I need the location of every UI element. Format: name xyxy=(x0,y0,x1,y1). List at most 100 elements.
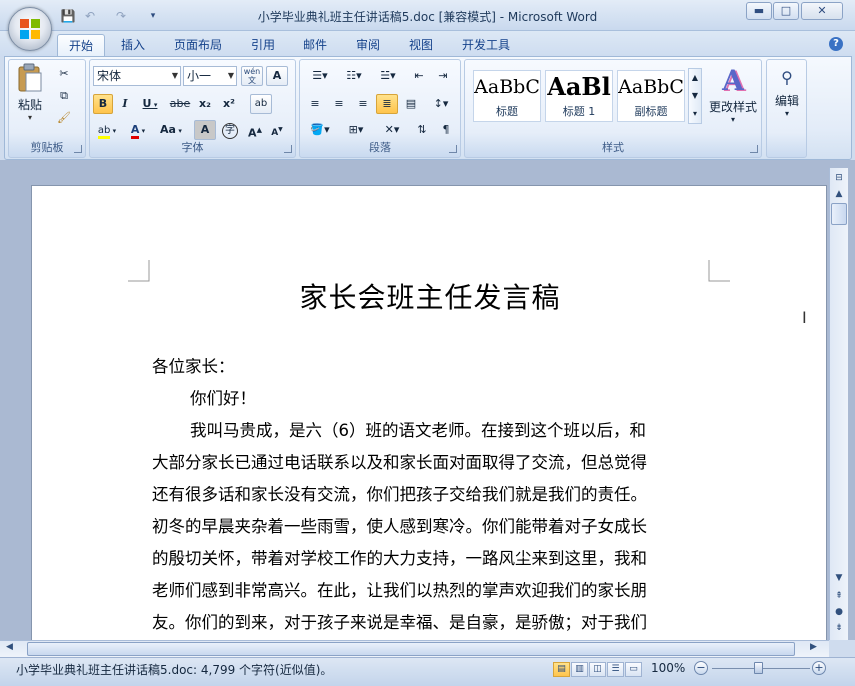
shrink-font-button[interactable]: A▼ xyxy=(267,120,287,140)
word-count-status[interactable]: 小学毕业典礼班主任讲话稿5.doc: 4,799 个字符(近似值)。 xyxy=(16,661,332,678)
tab-mailings[interactable]: 邮件 xyxy=(292,34,338,57)
scroll-right-icon[interactable]: ▶ xyxy=(810,642,817,652)
chinese-layout-icon[interactable]: ✕▾ xyxy=(376,120,408,140)
style-heading-1[interactable]: AaBl 标题 1 xyxy=(545,70,613,122)
underline-button[interactable]: U ▾ xyxy=(137,94,163,114)
char-shading-button[interactable]: A xyxy=(194,120,216,140)
format-painter-icon[interactable]: 🖌 xyxy=(53,108,75,128)
clear-formatting-icon[interactable]: ab xyxy=(250,94,272,114)
zoom-in-icon[interactable]: + xyxy=(812,661,826,675)
clipboard-launcher-icon[interactable]: . xyxy=(74,145,82,153)
scroll-left-icon[interactable]: ◀ xyxy=(6,642,13,652)
grow-font-button[interactable]: A▲ xyxy=(245,120,265,140)
align-right-icon[interactable]: ≡ xyxy=(352,94,374,114)
next-page-icon[interactable]: ⇟ xyxy=(831,620,847,636)
change-styles-label: 更改样式 xyxy=(708,100,757,114)
tab-view[interactable]: 视图 xyxy=(398,34,444,57)
strikethrough-button[interactable]: abe xyxy=(168,94,192,114)
zoom-slider-thumb[interactable] xyxy=(754,662,763,674)
outline-view-icon[interactable]: ☰ xyxy=(607,662,624,677)
customize-qat-icon[interactable]: ▾ xyxy=(145,8,161,24)
ruler-toggle-icon[interactable]: ⊟ xyxy=(831,170,847,186)
style-subtitle[interactable]: AaBbC 副标题 xyxy=(617,70,685,122)
phonetic-guide-button[interactable]: wén 文 xyxy=(241,66,263,86)
bullets-icon[interactable]: ☰▾ xyxy=(304,66,336,86)
tab-references[interactable]: 引用 xyxy=(240,34,286,57)
horizontal-scrollbar[interactable]: ◀ ▶ xyxy=(0,640,829,657)
distributed-icon[interactable]: ▤ xyxy=(400,94,422,114)
maximize-button[interactable]: □ xyxy=(773,2,799,20)
char-border-button[interactable]: A xyxy=(266,66,288,86)
tab-developer[interactable]: 开发工具 xyxy=(451,34,521,57)
show-marks-icon[interactable]: ¶ xyxy=(436,120,456,140)
scroll-down-icon[interactable]: ▼ xyxy=(831,570,847,586)
tab-page-layout[interactable]: 页面布局 xyxy=(163,34,233,57)
editing-label: 编辑 xyxy=(774,94,799,108)
web-layout-icon[interactable]: ◫ xyxy=(589,662,606,677)
document-page[interactable]: 家长会班主任发言稿 各位家长： 你们好！ 我叫马贵成，是六（6）班的语文老师。在… xyxy=(31,185,827,640)
full-screen-reading-icon[interactable]: ▥ xyxy=(571,662,588,677)
bold-button[interactable]: B xyxy=(93,94,113,114)
cut-icon[interactable]: ✂ xyxy=(53,64,75,84)
line-spacing-icon[interactable]: ↕▾ xyxy=(426,94,456,114)
paragraph-line: 大部分家长已通过电话联系以及和家长面对面取得了交流，但总觉得 xyxy=(152,453,647,472)
tab-review[interactable]: 审阅 xyxy=(345,34,391,57)
editing-button[interactable]: ⚲ 编辑 ▾ xyxy=(769,64,805,134)
paragraph-launcher-icon[interactable]: . xyxy=(449,145,457,153)
draft-view-icon[interactable]: ▭ xyxy=(625,662,642,677)
vertical-scrollbar[interactable]: ⊟ ▲ ▼ ⇞ ● ⇟ xyxy=(829,168,848,640)
copy-icon[interactable]: ⧉ xyxy=(53,86,75,106)
previous-page-icon[interactable]: ⇞ xyxy=(831,588,847,604)
paste-icon xyxy=(18,63,42,92)
style-title[interactable]: AaBbC 标题 xyxy=(473,70,541,122)
sort-icon[interactable]: ⇅ xyxy=(412,120,432,140)
scroll-up-icon[interactable]: ▲ xyxy=(831,186,847,202)
italic-button[interactable]: I xyxy=(115,94,135,114)
scroll-up-icon[interactable]: ▲ xyxy=(689,69,701,87)
numbering-icon[interactable]: ☷▾ xyxy=(338,66,370,86)
align-left-icon[interactable]: ≡ xyxy=(304,94,326,114)
office-button[interactable] xyxy=(8,7,52,51)
close-button[interactable]: ✕ xyxy=(801,2,843,20)
paragraph-line: 的殷切关怀，带着对学校工作的大力支持，一路风尘来到这里，我和 xyxy=(152,549,647,568)
superscript-button[interactable]: x² xyxy=(218,94,240,114)
print-layout-view-icon[interactable]: ▤ xyxy=(553,662,570,677)
change-case-button[interactable]: Aa ▾ xyxy=(156,120,186,140)
style-sample: AaBl xyxy=(547,72,611,101)
subscript-button[interactable]: x₂ xyxy=(194,94,216,114)
styles-launcher-icon[interactable]: . xyxy=(750,145,758,153)
highlight-button[interactable]: ab ▾ xyxy=(93,120,121,140)
paste-button[interactable]: 粘贴 ▾ xyxy=(14,63,46,129)
zoom-out-icon[interactable]: − xyxy=(694,661,708,675)
multilevel-list-icon[interactable]: ☱▾ xyxy=(372,66,404,86)
font-size-combo[interactable]: 小一 ▼ xyxy=(183,66,237,86)
styles-group: AaBbC 标题 AaBl 标题 1 AaBbC 副标题 ▲ ▼ ▾ A 更改样… xyxy=(464,59,762,158)
tab-insert[interactable]: 插入 xyxy=(110,34,156,57)
help-icon[interactable]: ? xyxy=(829,37,843,51)
change-styles-button[interactable]: A 更改样式 ▾ xyxy=(707,64,759,134)
select-browse-object-icon[interactable]: ● xyxy=(831,604,847,620)
save-icon[interactable]: 💾 xyxy=(60,8,76,24)
justify-icon[interactable]: ≣ xyxy=(376,94,398,114)
undo-icon[interactable]: ↶ xyxy=(82,8,98,24)
decrease-indent-icon[interactable]: ⇤ xyxy=(408,66,430,86)
font-launcher-icon[interactable]: . xyxy=(284,145,292,153)
borders-icon[interactable]: ⊞▾ xyxy=(340,120,372,140)
paragraph-line: 各位家长： xyxy=(152,357,235,376)
enclose-char-button[interactable]: 字 xyxy=(219,120,241,140)
font-color-button[interactable]: A ▾ xyxy=(124,120,152,140)
zoom-level[interactable]: 100% xyxy=(651,661,685,675)
horizontal-scroll-thumb[interactable] xyxy=(27,642,795,656)
paragraph-line: 初冬的早晨夹杂着一些雨雪，使人感到寒冷。你们能带着对子女成长 xyxy=(152,517,647,536)
vertical-scroll-thumb[interactable] xyxy=(831,203,847,225)
increase-indent-icon[interactable]: ⇥ xyxy=(432,66,454,86)
redo-icon[interactable]: ↷ xyxy=(113,8,129,24)
font-name-combo[interactable]: 宋体 ▼ xyxy=(93,66,181,86)
tab-home[interactable]: 开始 xyxy=(57,34,106,57)
shading-icon[interactable]: 🪣▾ xyxy=(304,120,336,140)
align-center-icon[interactable]: ≡ xyxy=(328,94,350,114)
minimize-button[interactable]: ▬ xyxy=(746,2,772,20)
scroll-down-icon[interactable]: ▼ xyxy=(689,87,701,105)
more-styles-icon[interactable]: ▾ xyxy=(689,105,701,123)
paste-dropdown-icon[interactable]: ▾ xyxy=(14,113,46,122)
